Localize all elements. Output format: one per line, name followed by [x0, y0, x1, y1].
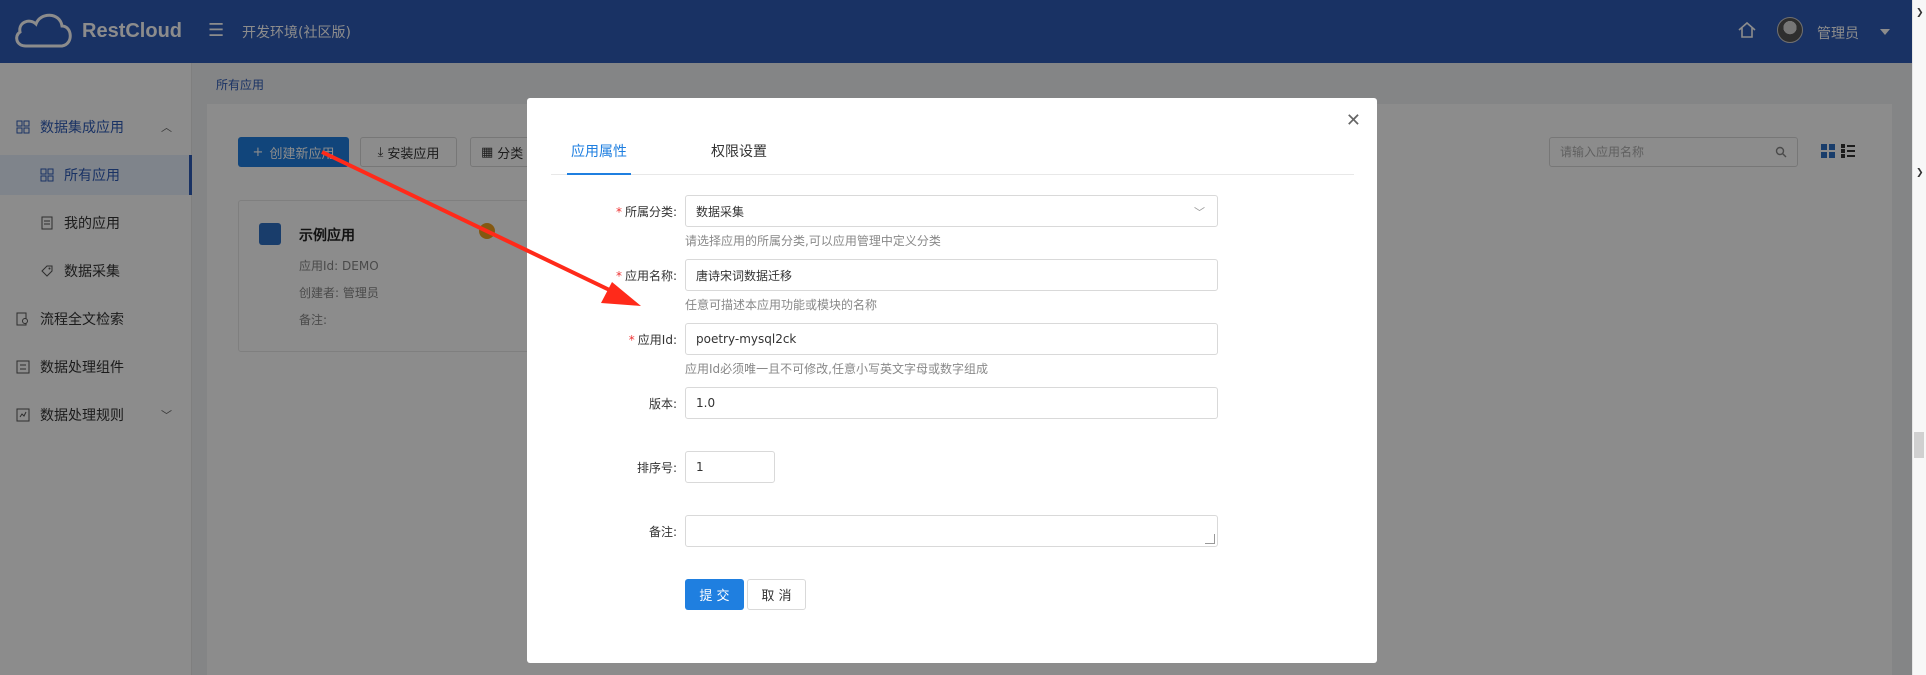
category-field-label: * 所属分类: [527, 203, 677, 220]
required-marker: * [615, 269, 622, 283]
name-hint: 任意可描述本应用功能或模块的名称 [685, 298, 878, 312]
app-name-input[interactable]: 唐诗宋词数据迁移 [685, 259, 1218, 291]
version-input[interactable]: 1.0 [685, 387, 1218, 419]
tab-permissions[interactable]: 权限设置 [711, 141, 767, 175]
dialog-tabs: 应用属性 权限设置 [551, 141, 1354, 175]
chevron-down-icon: ﹀ [1194, 206, 1205, 219]
remark-textarea[interactable] [685, 515, 1218, 547]
id-hint: 应用Id必须唯一且不可修改,任意小写英文字母或数字组成 [685, 362, 988, 376]
app-id-value: poetry-mysql2ck [696, 332, 797, 346]
id-label-text: 应用Id: [637, 333, 677, 347]
id-field-label: * 应用Id: [527, 331, 677, 348]
name-label-text: 应用名称: [624, 269, 677, 283]
category-hint: 请选择应用的所属分类,可以应用管理中定义分类 [685, 234, 941, 248]
version-value: 1.0 [696, 396, 716, 410]
required-marker: * [615, 205, 622, 219]
category-select-value: 数据采集 [696, 204, 745, 219]
tab-app-properties[interactable]: 应用属性 [567, 141, 631, 175]
scroll-down-icon[interactable]: ❯ [1916, 168, 1924, 178]
submit-button[interactable]: 提 交 [685, 579, 744, 610]
scroll-thumb[interactable] [1914, 432, 1924, 458]
app-properties-dialog: ✕ 应用属性 权限设置 * 所属分类: 数据采集 ﹀ 请选择应用的所属分类,可以应… [527, 98, 1377, 663]
close-icon[interactable]: ✕ [1346, 110, 1361, 131]
resize-grip-icon[interactable] [1205, 534, 1215, 544]
order-field-label: 排序号: [636, 461, 677, 475]
window-scrollbar[interactable] [1912, 0, 1926, 675]
order-input[interactable]: 1 [685, 451, 775, 483]
remark-field-label: 备注: [648, 525, 677, 539]
app-name-value: 唐诗宋词数据迁移 [696, 268, 793, 283]
scroll-up-icon[interactable]: ❯ [1916, 8, 1924, 18]
category-select[interactable]: 数据采集 ﹀ [685, 195, 1218, 227]
category-label-text: 所属分类: [624, 205, 677, 219]
cancel-button[interactable]: 取 消 [747, 579, 806, 610]
name-field-label: * 应用名称: [527, 267, 677, 284]
version-field-label: 版本: [648, 397, 677, 411]
app-id-input[interactable]: poetry-mysql2ck [685, 323, 1218, 355]
required-marker: * [628, 333, 635, 347]
order-value: 1 [696, 460, 704, 474]
